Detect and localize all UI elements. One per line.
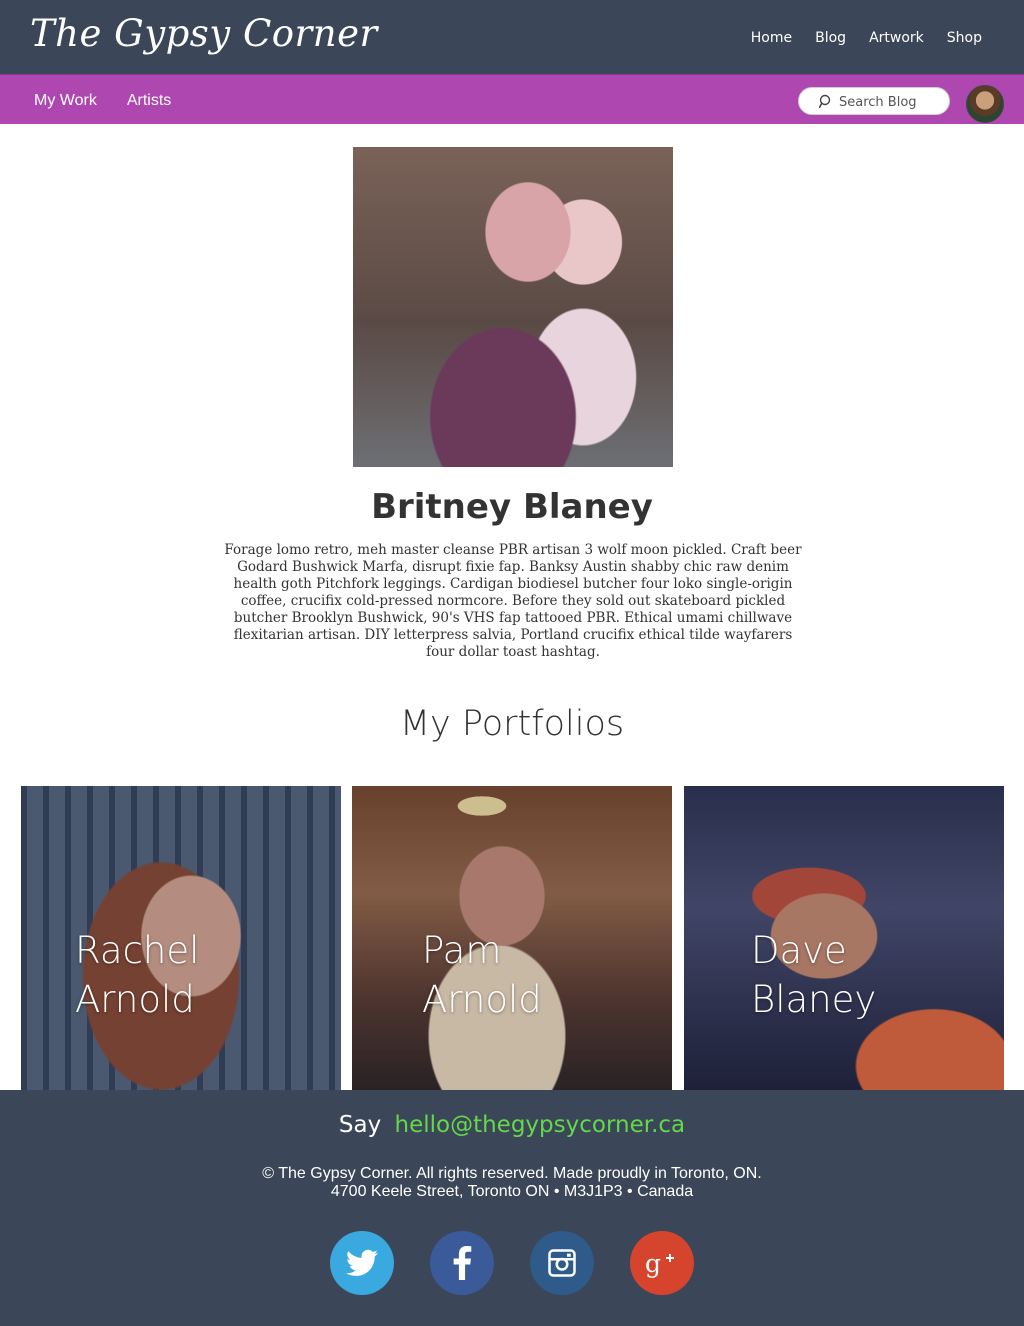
portfolio-last-name: Blaney [751, 978, 877, 1021]
svg-text:g: g [645, 1249, 661, 1278]
sub-nav-bar: My Work Artists [0, 74, 1024, 124]
portfolio-first-name: Dave [751, 929, 847, 972]
site-logo[interactable]: The Gypsy Corner [30, 12, 378, 55]
portfolios-title: My Portfolios [399, 704, 625, 744]
portfolio-name: Rachel Arnold [75, 926, 199, 1024]
profile-name: Britney Blaney [371, 487, 653, 527]
subnav-my-work[interactable]: My Work [34, 92, 97, 110]
profile-bio: Forage lomo retro, meh master cleanse PB… [224, 542, 802, 660]
profile-photo [353, 147, 673, 467]
say-label: Say [338, 1112, 382, 1138]
social-links: g [330, 1231, 694, 1295]
address-text: 4700 Keele Street, Toronto ON • M3J1P3 •… [330, 1183, 694, 1200]
copyright-block: © The Gypsy Corner. All rights reserved.… [0, 1165, 1024, 1201]
portfolio-last-name: Arnold [75, 978, 195, 1021]
main-nav: Home Blog Artwork Shop [751, 30, 982, 46]
search-box[interactable] [798, 87, 950, 115]
nav-blog[interactable]: Blog [815, 30, 846, 46]
facebook-button[interactable] [430, 1231, 494, 1295]
portfolio-card[interactable]: Dave Blaney [684, 786, 1004, 1090]
facebook-icon [453, 1246, 472, 1280]
search-icon [819, 94, 831, 108]
instagram-button[interactable] [530, 1231, 594, 1295]
nav-shop[interactable]: Shop [947, 30, 982, 46]
site-header: The Gypsy Corner Home Blog Artwork Shop [0, 0, 1024, 74]
portfolio-first-name: Pam [422, 929, 502, 972]
portfolio-card[interactable]: Pam Arnold [352, 786, 672, 1090]
instagram-icon [548, 1249, 576, 1277]
search-input[interactable] [839, 92, 944, 112]
portfolio-first-name: Rachel [75, 929, 200, 972]
copyright-text: © The Gypsy Corner. All rights reserved.… [262, 1165, 762, 1182]
sub-nav: My Work Artists [34, 92, 171, 110]
nav-artwork[interactable]: Artwork [869, 30, 924, 46]
google-plus-button[interactable]: g [630, 1231, 694, 1295]
twitter-button[interactable] [330, 1231, 394, 1295]
portfolio-name: Pam Arnold [422, 926, 542, 1024]
subnav-artists[interactable]: Artists [127, 92, 171, 110]
email-link[interactable]: hello@thegypsycorner.ca [395, 1112, 686, 1138]
portfolio-card[interactable]: Rachel Arnold [21, 786, 341, 1090]
portfolio-name: Dave Blaney [751, 926, 876, 1024]
portfolio-last-name: Arnold [422, 978, 542, 1021]
twitter-icon [346, 1249, 378, 1276]
contact-line: Say hello@thegypsycorner.ca [0, 1112, 1024, 1138]
site-footer: Say hello@thegypsycorner.ca © The Gypsy … [0, 1090, 1024, 1326]
user-avatar[interactable] [966, 85, 1004, 123]
google-plus-icon: g [645, 1249, 674, 1278]
nav-home[interactable]: Home [751, 30, 792, 46]
